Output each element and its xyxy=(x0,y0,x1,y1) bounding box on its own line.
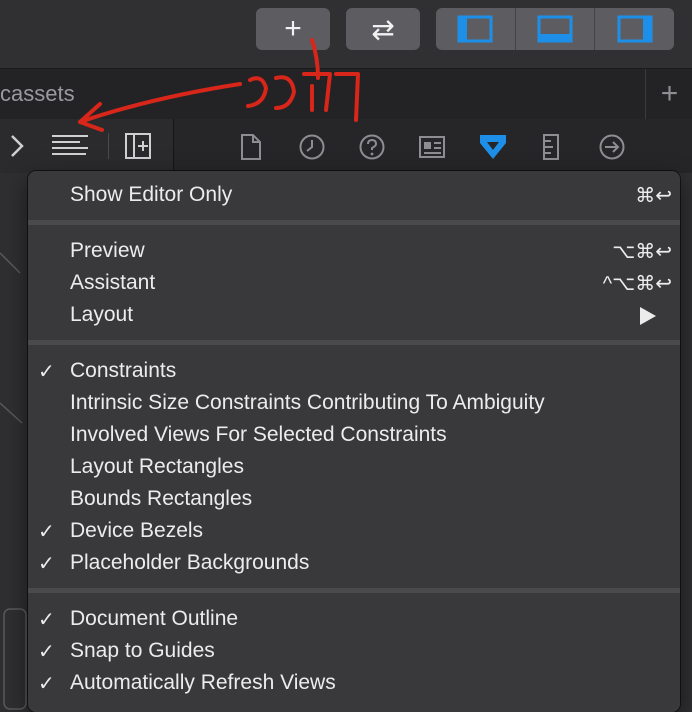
submenu-arrow-icon xyxy=(640,307,656,325)
ruler-icon xyxy=(543,134,559,160)
checkmark-icon: ✓ xyxy=(38,673,55,695)
menu-item-label: Placeholder Backgrounds xyxy=(70,551,310,574)
history-inspector-tab[interactable] xyxy=(298,133,326,161)
question-circle-icon xyxy=(359,134,385,160)
tab-bar: cassets + xyxy=(0,68,692,120)
menu-item-device-bezels[interactable]: ✓ Device Bezels xyxy=(28,515,680,547)
editor-options-button[interactable] xyxy=(48,131,92,161)
menu-item-label: Bounds Rectangles xyxy=(70,487,253,510)
checkmark-icon: ✓ xyxy=(38,553,55,575)
keyboard-shortcut: ⌥⌘↩ xyxy=(612,241,672,263)
toggle-inspector-button[interactable] xyxy=(594,8,674,50)
add-editor-button[interactable] xyxy=(122,131,154,161)
menu-item-label: Document Outline xyxy=(70,607,239,630)
file-inspector-tab[interactable] xyxy=(238,133,264,161)
menu-item-label: Assistant xyxy=(70,271,156,294)
toggle-navigator-button[interactable] xyxy=(436,8,515,50)
menu-item-label: Involved Views For Selected Constraints xyxy=(70,423,447,446)
inspector-selector-bar xyxy=(173,119,692,173)
attributes-inspector-tab[interactable] xyxy=(477,131,509,163)
menu-item-involved-views-for-selected-constraints[interactable]: Involved Views For Selected Constraints xyxy=(28,419,680,451)
menu-item-snap-to-guides[interactable]: ✓ Snap to Guides xyxy=(28,635,680,667)
plus-icon: + xyxy=(660,77,679,110)
left-panel-icon xyxy=(457,15,493,43)
keyboard-shortcut: ^⌥⌘↩ xyxy=(602,273,672,295)
menu-item-label: Show Editor Only xyxy=(70,183,233,206)
window-toolbar: + ⇄ xyxy=(0,0,692,68)
panel-toggle-group xyxy=(436,8,674,50)
attributes-shield-icon xyxy=(480,135,506,159)
menu-item-label: Automatically Refresh Views xyxy=(70,671,336,694)
editor-jump-bar xyxy=(0,119,692,173)
bottom-panel-icon xyxy=(537,15,573,43)
menu-separator xyxy=(28,340,680,345)
keyboard-shortcut: ⌘↩ xyxy=(635,185,672,207)
menu-item-label: Snap to Guides xyxy=(70,639,215,662)
swap-arrows-icon: ⇄ xyxy=(371,13,395,45)
split-add-icon xyxy=(125,133,151,159)
divider xyxy=(108,133,109,159)
checkmark-icon: ✓ xyxy=(38,641,55,663)
menu-item-label: Layout xyxy=(70,303,134,326)
forward-chevron-icon[interactable] xyxy=(6,132,28,160)
menu-item-label: Preview xyxy=(70,239,145,262)
document-icon xyxy=(241,134,261,160)
menu-item-automatically-refresh-views[interactable]: ✓ Automatically Refresh Views xyxy=(28,667,680,699)
right-panel-icon xyxy=(617,15,653,43)
menu-item-preview[interactable]: Preview ⌥⌘↩ xyxy=(28,235,680,267)
clock-icon xyxy=(299,134,325,160)
menu-item-intrinsic-size-constraints-contributing-to-ambiguity[interactable]: Intrinsic Size Constraints Contributing … xyxy=(28,387,680,419)
lines-menu-icon xyxy=(52,135,88,155)
menu-item-assistant[interactable]: Assistant ^⌥⌘↩ xyxy=(28,267,680,299)
editor-options-menu: Show Editor Only ⌘↩ Preview ⌥⌘↩ Assistant ^⌥⌘… xyxy=(28,171,680,712)
checkmark-icon: ✓ xyxy=(38,361,55,383)
id-card-icon xyxy=(419,136,445,158)
menu-item-document-outline[interactable]: ✓ Document Outline xyxy=(28,603,680,635)
menu-item-bounds-rectangles[interactable]: Bounds Rectangles xyxy=(28,483,680,515)
library-add-button[interactable]: + xyxy=(256,8,330,50)
xcode-window: + ⇄ cassets + Show Editor Only ⌘↩ Previe… xyxy=(0,0,692,712)
checkmark-icon: ✓ xyxy=(38,609,55,631)
checkmark-icon: ✓ xyxy=(38,521,55,543)
menu-item-label: Layout Rectangles xyxy=(70,455,244,478)
menu-item-constraints[interactable]: ✓ Constraints xyxy=(28,355,680,387)
arrow-circle-icon xyxy=(599,134,625,160)
connections-inspector-tab[interactable] xyxy=(598,133,626,161)
menu-item-label: Constraints xyxy=(70,359,177,382)
menu-item-placeholder-backgrounds[interactable]: ✓ Placeholder Backgrounds xyxy=(28,547,680,579)
quick-help-inspector-tab[interactable] xyxy=(358,133,386,161)
identity-inspector-tab[interactable] xyxy=(417,134,447,160)
menu-item-layout[interactable]: Layout xyxy=(28,299,680,331)
tab-assets[interactable]: cassets xyxy=(0,81,75,107)
menu-separator xyxy=(28,588,680,593)
code-review-button[interactable]: ⇄ xyxy=(346,8,420,50)
menu-separator xyxy=(28,220,680,225)
menu-item-layout-rectangles[interactable]: Layout Rectangles xyxy=(28,451,680,483)
new-tab-button[interactable]: + xyxy=(645,69,692,119)
menu-item-show-editor-only[interactable]: Show Editor Only ⌘↩ xyxy=(28,179,680,211)
size-inspector-tab[interactable] xyxy=(540,132,562,162)
menu-item-label: Intrinsic Size Constraints Contributing … xyxy=(70,391,545,414)
toggle-debug-area-button[interactable] xyxy=(514,8,595,50)
menu-item-label: Device Bezels xyxy=(70,519,204,542)
plus-icon: + xyxy=(284,12,302,45)
